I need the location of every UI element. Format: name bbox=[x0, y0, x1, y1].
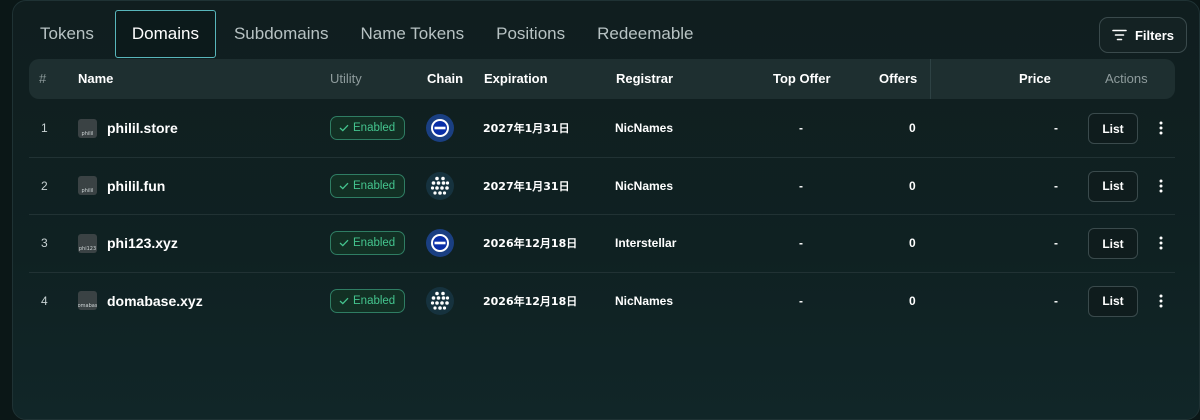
header-divider bbox=[930, 59, 931, 99]
utility-cell: Enabled bbox=[330, 215, 406, 271]
offers-count: 0 bbox=[909, 293, 916, 308]
expiration-date: 2027年1月31日 bbox=[483, 122, 570, 135]
row-index: 3 bbox=[41, 236, 48, 250]
domain-name[interactable]: philil.fun bbox=[107, 178, 165, 194]
col-index: # bbox=[39, 71, 47, 86]
check-icon bbox=[339, 297, 349, 305]
more-options-icon[interactable] bbox=[1153, 100, 1169, 156]
list-button[interactable]: List bbox=[1088, 285, 1138, 317]
table-row[interactable]: 1 philil philil.store Enabled 2027年1月31日… bbox=[29, 100, 1175, 158]
col-top-offer[interactable]: Top Offer bbox=[773, 59, 831, 99]
domains-panel: Tokens Domains Subdomains Name Tokens Po… bbox=[12, 0, 1200, 420]
row-index: 4 bbox=[41, 293, 48, 308]
expiration-date: 2026年12月18日 bbox=[483, 294, 578, 308]
registrar-name: NicNames bbox=[615, 178, 674, 193]
list-button[interactable]: List bbox=[1088, 228, 1138, 259]
domain-name[interactable]: phi123.xyz bbox=[107, 235, 178, 251]
expiration-date: 2026年12月18日 bbox=[483, 237, 578, 250]
filters-label: Filters bbox=[1134, 27, 1174, 43]
list-button[interactable]: List bbox=[1088, 170, 1138, 202]
top-offer-value: - bbox=[799, 178, 803, 193]
more-options-icon[interactable] bbox=[1153, 158, 1169, 214]
status-badge: Enabled bbox=[330, 116, 406, 140]
tab-name-tokens[interactable]: Name Tokens bbox=[347, 10, 482, 58]
price-value: - bbox=[1054, 121, 1058, 135]
registrar-name: Interstellar bbox=[615, 236, 677, 250]
col-offers[interactable]: Offers bbox=[879, 59, 917, 99]
top-offer-value: - bbox=[799, 236, 803, 250]
domains-table-body: 1 philil philil.store Enabled 2027年1月31日… bbox=[29, 100, 1175, 329]
status-badge: Enabled bbox=[330, 173, 406, 198]
more-options-icon[interactable] bbox=[1153, 215, 1169, 271]
tab-redeemable[interactable]: Redeemable bbox=[584, 10, 711, 58]
domain-favicon: philil bbox=[78, 176, 97, 195]
status-badge: Enabled bbox=[330, 231, 406, 255]
price-value: - bbox=[1054, 293, 1058, 308]
chain-cell bbox=[426, 273, 454, 329]
base-icon bbox=[426, 114, 454, 142]
expiration-date: 2027年1月31日 bbox=[483, 179, 570, 193]
more-options-icon[interactable] bbox=[1153, 273, 1169, 329]
col-chain: Chain bbox=[427, 71, 464, 86]
domain-name-cell[interactable]: philil philil.fun bbox=[78, 158, 165, 214]
utility-cell: Enabled bbox=[330, 273, 406, 329]
list-button[interactable]: List bbox=[1088, 113, 1138, 144]
check-icon bbox=[339, 182, 349, 190]
row-index: 2 bbox=[41, 178, 48, 193]
price-value: - bbox=[1054, 236, 1058, 250]
base-icon bbox=[426, 229, 454, 257]
table-row[interactable]: 4 domabase domabase.xyz Enabled bbox=[29, 273, 1175, 330]
tab-positions[interactable]: Positions bbox=[483, 10, 583, 58]
col-utility: Utility bbox=[330, 71, 362, 86]
domain-name-cell[interactable]: philil philil.store bbox=[78, 100, 178, 156]
filters-button[interactable]: Filters bbox=[1099, 17, 1187, 53]
tab-domains[interactable]: Domains bbox=[114, 10, 216, 58]
domain-favicon: philil bbox=[78, 118, 97, 138]
offers-count: 0 bbox=[909, 178, 916, 193]
utility-cell: Enabled bbox=[330, 100, 406, 156]
offers-count: 0 bbox=[909, 121, 916, 135]
domain-name-cell[interactable]: phi123 phi123.xyz bbox=[78, 215, 178, 271]
table-header: # Name Utility Chain Expiration Registra… bbox=[29, 59, 1175, 99]
table-row[interactable]: 3 phi123 phi123.xyz Enabled 2026年12月18日 … bbox=[29, 215, 1175, 273]
mesh-chain-icon bbox=[426, 286, 454, 315]
mesh-chain-icon bbox=[426, 171, 454, 200]
table-row[interactable]: 2 philil philil.fun Enabled 2027年1月31日 N… bbox=[29, 158, 1175, 215]
row-index: 1 bbox=[41, 121, 48, 135]
col-expiration[interactable]: Expiration bbox=[484, 59, 548, 99]
domain-favicon: domabase bbox=[78, 291, 97, 310]
filter-icon bbox=[1112, 29, 1127, 41]
domain-name[interactable]: philil.store bbox=[107, 120, 178, 136]
tab-subdomains[interactable]: Subdomains bbox=[220, 10, 347, 58]
status-badge: Enabled bbox=[330, 288, 406, 313]
top-offer-value: - bbox=[799, 293, 803, 308]
col-name[interactable]: Name bbox=[78, 59, 113, 99]
tab-bar: Tokens Domains Subdomains Name Tokens Po… bbox=[27, 10, 713, 58]
col-registrar: Registrar bbox=[616, 71, 674, 86]
domain-name-cell[interactable]: domabase domabase.xyz bbox=[78, 273, 203, 329]
domain-favicon: phi123 bbox=[78, 233, 97, 253]
check-icon bbox=[339, 124, 349, 132]
col-price[interactable]: Price bbox=[1019, 59, 1051, 99]
domain-name[interactable]: domabase.xyz bbox=[107, 293, 203, 309]
chain-cell bbox=[426, 158, 454, 214]
col-actions: Actions bbox=[1105, 71, 1148, 86]
chain-cell bbox=[426, 100, 454, 156]
check-icon bbox=[339, 239, 349, 247]
chain-cell bbox=[426, 215, 454, 271]
top-offer-value: - bbox=[799, 121, 803, 135]
registrar-name: NicNames bbox=[615, 293, 674, 308]
registrar-name: NicNames bbox=[615, 121, 674, 135]
tab-tokens[interactable]: Tokens bbox=[27, 10, 112, 58]
utility-cell: Enabled bbox=[330, 158, 406, 214]
offers-count: 0 bbox=[909, 236, 916, 250]
price-value: - bbox=[1054, 178, 1058, 193]
